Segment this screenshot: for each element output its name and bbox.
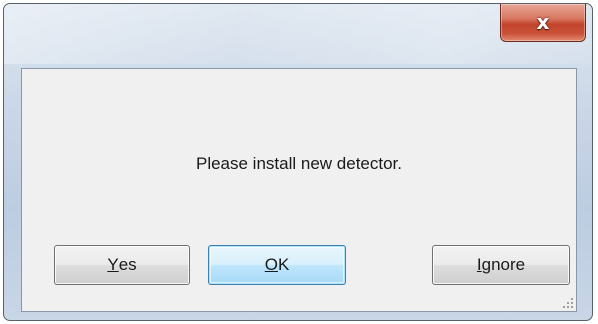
close-icon: x (536, 9, 550, 34)
ok-button-mnemonic: O (264, 255, 278, 274)
yes-button-label-rest: es (118, 255, 137, 274)
title-bar[interactable]: x (4, 4, 592, 64)
ok-button-label-rest: K (277, 255, 290, 274)
dialog-client-area: Please install new detector. Yes OK Igno… (21, 68, 577, 312)
ignore-button[interactable]: Ignore (432, 245, 570, 285)
message-dialog-window: x Please install new detector. Yes OK Ig… (3, 3, 593, 321)
ignore-button-label-rest: gnore (481, 255, 526, 274)
yes-button-mnemonic: Y (107, 255, 119, 274)
dialog-message: Please install new detector. (195, 154, 402, 173)
yes-button[interactable]: Yes (54, 245, 190, 285)
resize-grip-icon[interactable] (561, 296, 573, 308)
ok-button[interactable]: OK (208, 245, 346, 285)
close-button[interactable]: x (500, 4, 586, 42)
